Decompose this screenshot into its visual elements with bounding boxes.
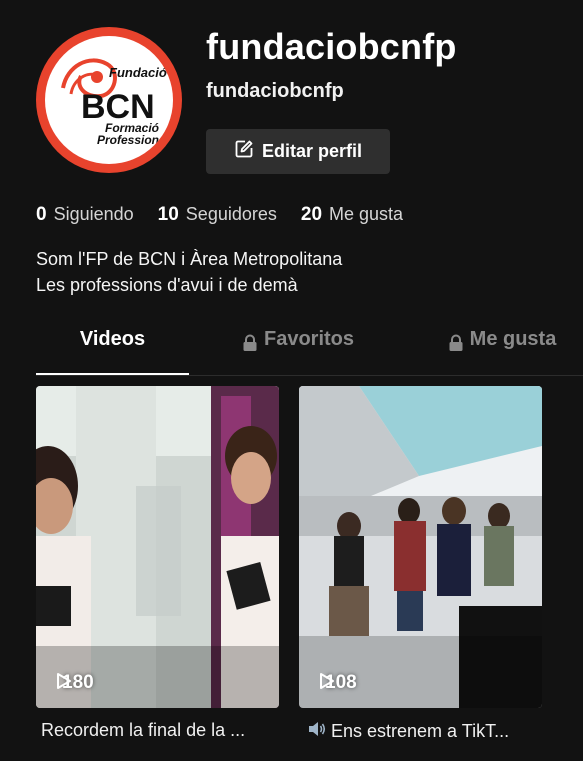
lock-icon [242,328,258,358]
profile-bio: Som l'FP de BCN i Àrea Metropolitana Les… [36,246,342,298]
view-count: 108 [319,672,357,694]
display-name: fundaciobcnfp [206,80,344,102]
tab-videos[interactable]: Videos [36,328,189,376]
bio-line: Som l'FP de BCN i Àrea Metropolitana [36,249,343,269]
profile-stats: 0 Siguiendo 10 Seguidores 20 Me gusta [36,204,427,226]
svg-text:Fundació: Fundació [109,65,167,80]
stat-label: Seguidores [185,204,277,224]
username: fundaciobcnfp [206,26,457,67]
tab-liked[interactable]: Me gusta [436,328,568,376]
stat-followers[interactable]: 10 Seguidores [158,204,277,226]
video-thumbnail [299,386,542,708]
edit-profile-button[interactable]: Editar perfil [206,129,390,174]
tab-label: Videos [79,328,146,350]
avatar[interactable]: Fundació BCN Formació Professional [36,27,182,173]
stat-following[interactable]: 0 Siguiendo [36,204,134,226]
profile-header: Fundació BCN Formació Professional funda… [0,0,583,190]
edit-icon [234,139,254,164]
stat-value: 0 [36,204,47,225]
stat-value: 10 [157,204,179,225]
active-tab-indicator [36,373,189,375]
video-card[interactable]: 180 [36,386,279,708]
speaker-icon [307,720,327,743]
edit-profile-label: Editar perfil [261,141,363,161]
video-card[interactable]: 108 [299,386,542,708]
tab-favorites[interactable]: Favoritos [230,328,366,376]
stat-label: Me gusta [329,204,404,224]
logo-image: Fundació BCN Formació Professional [45,36,173,164]
video-thumbnail [36,386,279,708]
lock-icon [448,328,464,358]
profile-tabs: Videos Favoritos Me gusta [36,328,583,376]
tab-label: Me gusta [469,328,557,350]
video-caption[interactable]: Recordem la final de la ... [41,720,284,741]
video-caption[interactable]: Ens estrenem a TikT... [307,720,550,743]
tab-label: Favoritos [263,328,355,350]
caption-text: Recordem la final de la ... [41,720,246,740]
caption-text: Ens estrenem a TikT... [331,721,510,741]
stat-label: Siguiendo [53,204,134,224]
view-count: 180 [56,672,94,694]
svg-text:Professional: Professional [97,133,170,147]
bio-line: Les professions d'avui i de demà [36,275,298,295]
stat-value: 20 [300,204,323,225]
stat-likes: 20 Me gusta [301,204,403,226]
